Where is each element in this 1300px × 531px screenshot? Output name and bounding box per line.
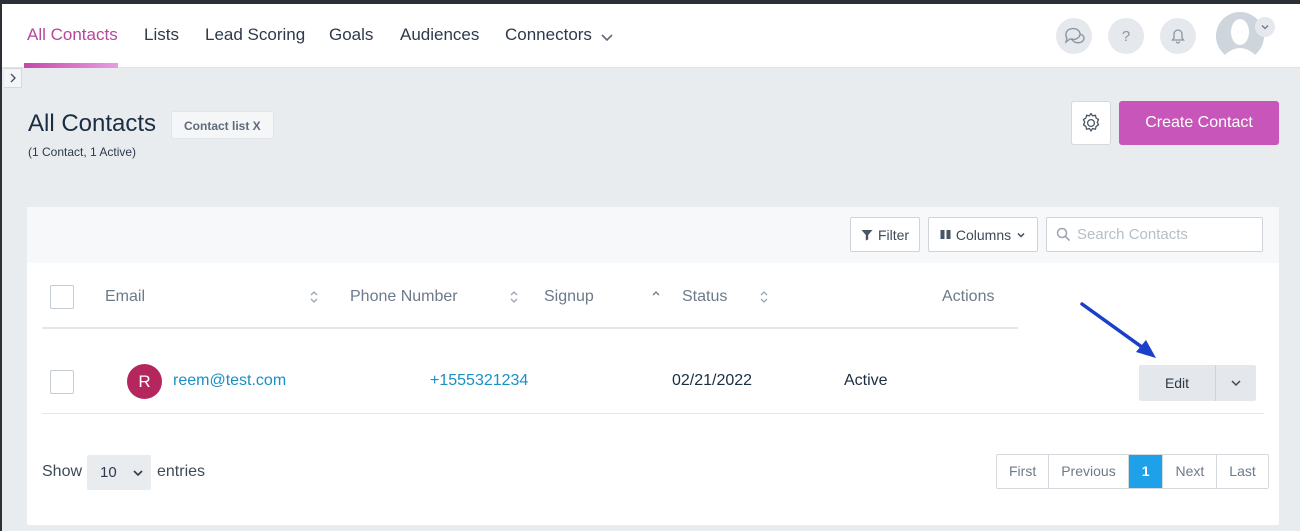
header-divider <box>42 327 1018 329</box>
column-header-email[interactable]: Email <box>105 288 145 306</box>
nav-all-contacts[interactable]: All Contacts <box>27 4 118 68</box>
show-label: Show <box>42 463 83 480</box>
search-icon <box>1056 227 1071 242</box>
avatar-menu-toggle[interactable] <box>1255 17 1275 37</box>
row-actions: Edit <box>1139 365 1256 401</box>
sort-icon[interactable] <box>759 290 769 304</box>
pagination: First Previous 1 Next Last <box>996 454 1269 489</box>
chevron-down-icon[interactable] <box>600 30 614 44</box>
nav-active-indicator <box>24 63 118 68</box>
chevron-down-icon <box>1261 25 1269 30</box>
columns-dropdown[interactable]: Columns <box>928 217 1038 252</box>
sort-icon[interactable] <box>309 290 319 304</box>
columns-label: Columns <box>955 226 1012 243</box>
select-all-checkbox[interactable] <box>50 285 74 309</box>
contact-count: (1 Contact, 1 Active) <box>28 145 137 159</box>
row-divider <box>42 413 1264 414</box>
search-contacts[interactable] <box>1046 217 1263 252</box>
column-header-status[interactable]: Status <box>682 288 727 306</box>
sort-icon[interactable] <box>509 290 519 304</box>
sidebar-expand-button[interactable] <box>4 68 22 88</box>
nav-audiences[interactable]: Audiences <box>400 4 479 68</box>
filter-icon <box>861 229 873 240</box>
contact-avatar: R <box>127 364 162 399</box>
chat-button[interactable] <box>1056 18 1092 54</box>
row-select-checkbox[interactable] <box>50 370 74 394</box>
search-input[interactable] <box>1077 226 1257 243</box>
pagination-next[interactable]: Next <box>1163 455 1218 488</box>
bell-icon <box>1171 29 1185 44</box>
contact-phone-link[interactable]: +1555321234 <box>430 372 528 390</box>
page-size-value: 10 <box>100 464 117 481</box>
notifications-button[interactable] <box>1160 18 1196 54</box>
column-header-signup[interactable]: Signup <box>544 288 594 306</box>
edit-button[interactable]: Edit <box>1139 365 1216 401</box>
gear-icon <box>1082 112 1100 132</box>
filter-button[interactable]: Filter <box>850 217 920 252</box>
chevron-down-icon <box>133 470 143 477</box>
contact-status: Active <box>844 372 888 389</box>
annotation-arrow <box>1080 302 1156 358</box>
nav-goals[interactable]: Goals <box>329 4 373 68</box>
filter-label: Filter <box>877 226 910 243</box>
pagination-current-page[interactable]: 1 <box>1128 455 1164 488</box>
contact-list-tag[interactable]: Contact list X <box>171 111 274 139</box>
page-title: All Contacts <box>28 110 157 137</box>
chat-icon <box>1064 27 1085 44</box>
page-size-select[interactable]: 10 <box>87 455 151 490</box>
window-left-border <box>0 4 2 531</box>
pagination-last[interactable]: Last <box>1217 455 1267 488</box>
settings-button[interactable] <box>1071 101 1111 145</box>
contact-email-link[interactable]: reem@test.com <box>173 372 286 390</box>
table-toolbar: Filter Columns <box>27 207 1279 263</box>
pagination-first[interactable]: First <box>997 455 1050 488</box>
nav-lead-scoring[interactable]: Lead Scoring <box>205 4 305 68</box>
chevron-right-icon <box>10 73 16 83</box>
column-header-phone[interactable]: Phone Number <box>350 288 458 306</box>
top-navigation: All Contacts Lists Lead Scoring Goals Au… <box>2 4 1300 68</box>
help-button[interactable]: ? <box>1108 18 1144 54</box>
columns-icon <box>940 230 951 239</box>
nav-lists[interactable]: Lists <box>144 4 179 68</box>
actions-dropdown-toggle[interactable] <box>1216 365 1256 401</box>
help-icon: ? <box>1121 27 1131 45</box>
create-contact-button[interactable]: Create Contact <box>1119 101 1279 145</box>
chevron-down-icon <box>1231 380 1241 387</box>
contacts-table-card: Filter Columns Email Phone Number <box>27 207 1279 525</box>
contact-signup-date: 02/21/2022 <box>672 372 753 389</box>
nav-connectors[interactable]: Connectors <box>505 4 592 68</box>
chevron-down-icon <box>1017 232 1025 238</box>
pagination-previous[interactable]: Previous <box>1049 455 1129 488</box>
entries-label: entries <box>157 463 206 480</box>
column-header-actions: Actions <box>942 288 995 305</box>
sort-ascending-icon[interactable] <box>651 290 661 304</box>
